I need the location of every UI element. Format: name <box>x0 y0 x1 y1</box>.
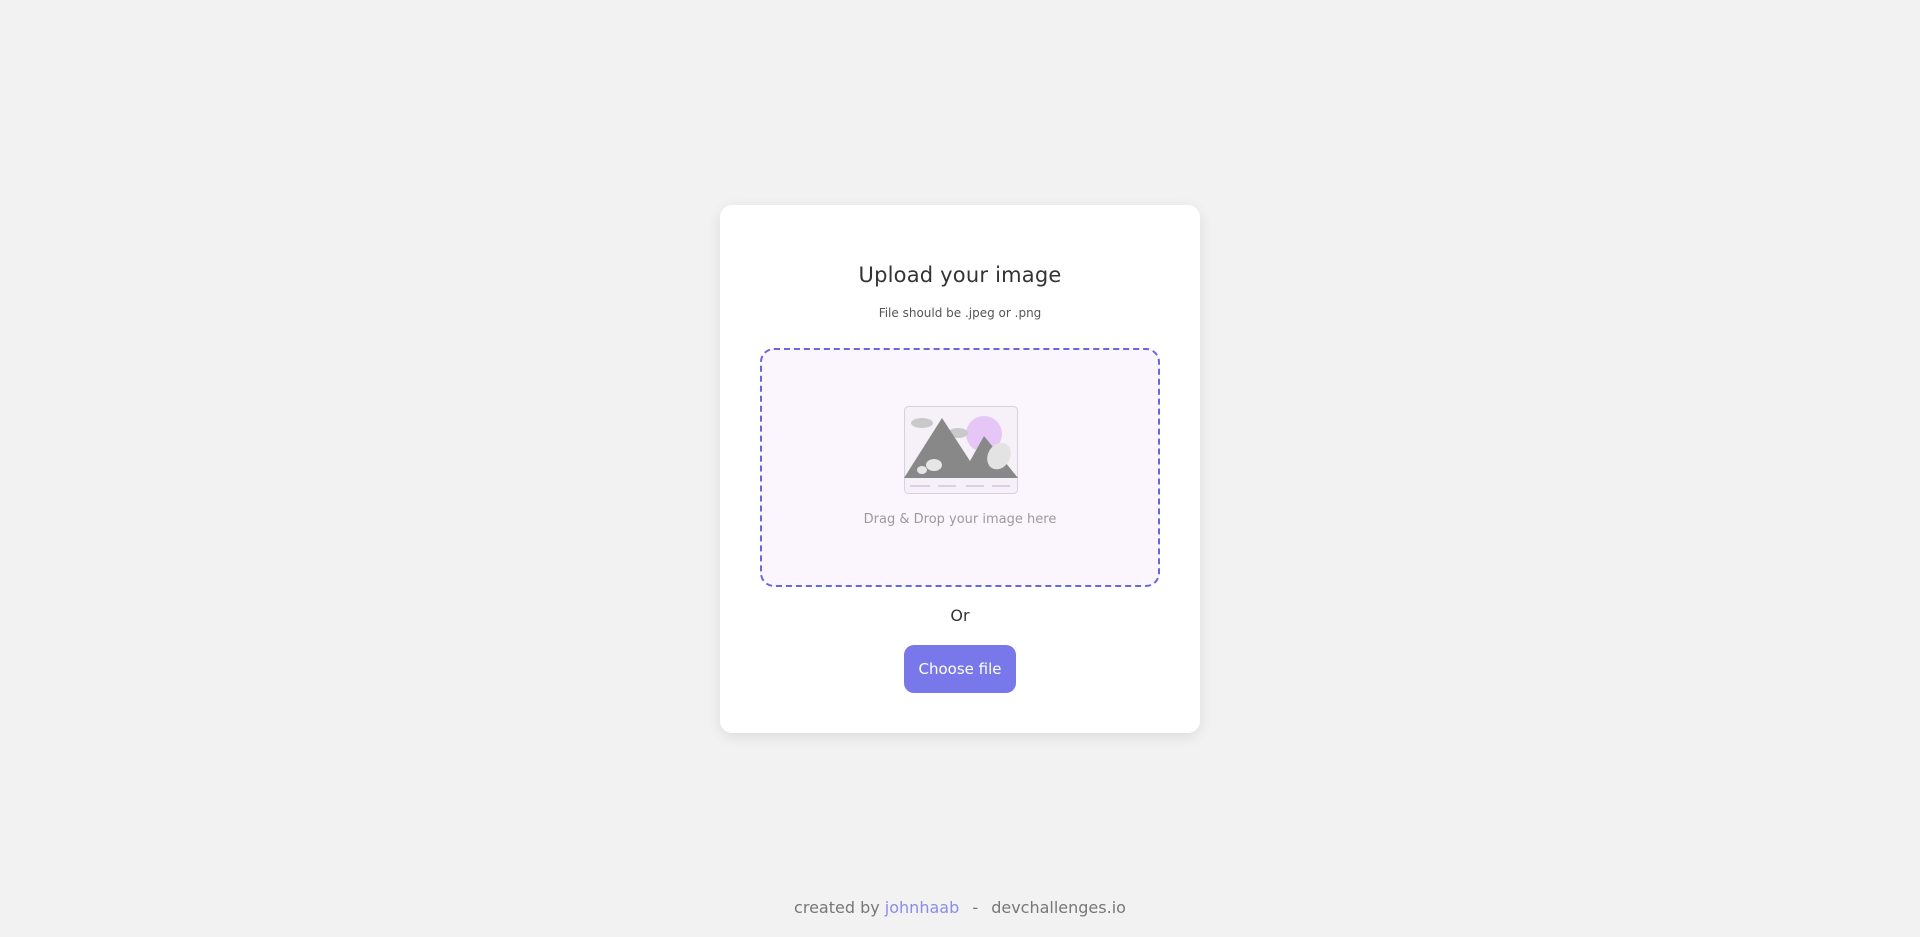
file-type-hint: File should be .jpeg or .png <box>878 306 1042 320</box>
footer-created-by: created by <box>794 898 880 917</box>
footer: created by johnhaab - devchallenges.io <box>0 898 1920 917</box>
upload-card: Upload your image File should be .jpeg o… <box>720 205 1200 733</box>
page: Upload your image File should be .jpeg o… <box>0 0 1920 937</box>
or-label: Or <box>950 606 970 625</box>
footer-separator: - <box>972 898 979 917</box>
footer-site: devchallenges.io <box>991 898 1126 917</box>
choose-file-button[interactable]: Choose file <box>904 645 1016 693</box>
upload-title: Upload your image <box>858 263 1062 287</box>
mountain-image-placeholder-icon <box>904 406 1018 494</box>
drop-zone-label: Drag & Drop your image here <box>863 512 1057 527</box>
footer-author-link[interactable]: johnhaab <box>885 898 959 917</box>
drop-zone[interactable]: Drag & Drop your image here <box>760 348 1160 587</box>
